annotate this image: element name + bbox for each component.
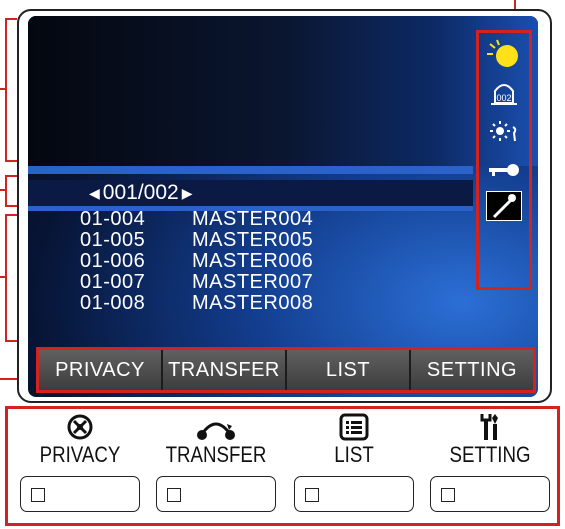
video-area — [28, 16, 538, 166]
status-icon-column: 002 — [476, 30, 532, 290]
station-name: MASTER004 — [192, 208, 314, 230]
list-button-group: LIST — [290, 412, 418, 512]
callout-tick-list — [0, 276, 6, 278]
brightness-icon — [486, 117, 522, 147]
station-number: 01-008 — [80, 292, 146, 314]
station-number: 01-004 — [80, 208, 146, 230]
transfer-icon — [152, 412, 280, 442]
station-name: MASTER007 — [192, 271, 314, 293]
setting-icon — [426, 412, 554, 442]
softkey-bar: PRIVACY TRANSFER LIST SETTING — [36, 347, 536, 393]
button-indicator — [305, 488, 319, 502]
privacy-label: PRIVACY — [39, 442, 121, 467]
list-button[interactable] — [294, 476, 414, 512]
page-prev-icon[interactable]: ◀ — [89, 185, 100, 202]
list-label: LIST — [334, 442, 374, 467]
button-indicator — [167, 488, 181, 502]
station-002-icon: 002 — [486, 79, 522, 109]
list-item[interactable]: 01-007 MASTER007 — [80, 272, 313, 293]
list-item[interactable]: 01-004 MASTER004 — [80, 209, 313, 230]
station-number: 01-007 — [80, 271, 146, 293]
privacy-icon — [16, 412, 144, 442]
button-indicator — [31, 488, 45, 502]
station-number: 01-006 — [80, 250, 146, 272]
station-name: MASTER005 — [192, 229, 314, 251]
mic-icon — [486, 191, 522, 221]
button-indicator — [441, 488, 455, 502]
station-name: MASTER006 — [192, 250, 314, 272]
setting-button[interactable] — [430, 476, 550, 512]
transfer-button[interactable] — [156, 476, 276, 512]
softkey-transfer[interactable]: TRANSFER — [163, 350, 287, 390]
list-item[interactable]: 01-008 MASTER008 — [80, 293, 313, 314]
callout-tick-display — [0, 88, 6, 90]
callout-bracket-page — [5, 175, 17, 207]
station-name: MASTER008 — [192, 292, 314, 314]
page-indicator: 001/002 — [102, 181, 179, 204]
softkey-list[interactable]: LIST — [287, 350, 411, 390]
transfer-label: TRANSFER — [165, 442, 267, 467]
softkey-privacy[interactable]: PRIVACY — [39, 350, 163, 390]
list-item[interactable]: 01-005 MASTER005 — [80, 230, 313, 251]
day-night-icon — [486, 39, 522, 69]
page-next-icon[interactable]: ▶ — [182, 185, 193, 202]
list-icon — [290, 412, 418, 442]
setting-button-group: SETTING — [426, 412, 554, 512]
station-list: 01-004 MASTER004 01-005 MASTER005 01-006 MA… — [80, 209, 313, 314]
pagination: ◀ 001/002 ▶ — [28, 180, 473, 206]
station-number: 01-005 — [80, 229, 146, 251]
privacy-button[interactable] — [20, 476, 140, 512]
callout-bracket-list — [5, 214, 17, 342]
list-item[interactable]: 01-006 MASTER006 — [80, 251, 313, 272]
station-number-text: 002 — [496, 93, 511, 103]
lcd-screen: ◀ 001/002 ▶ 01-004 MASTER004 01-005 MASTER… — [28, 16, 538, 397]
key-icon — [486, 155, 522, 185]
divider-bar-top — [28, 166, 473, 174]
callout-tick-page — [0, 189, 6, 191]
softkey-setting[interactable]: SETTING — [411, 350, 533, 390]
physical-button-panel: PRIVACY TRANSFER LIST SETTING — [5, 406, 560, 526]
privacy-button-group: PRIVACY — [16, 412, 144, 512]
setting-label: SETTING — [449, 442, 531, 467]
callout-bracket-display — [5, 18, 17, 162]
transfer-button-group: TRANSFER — [152, 412, 280, 512]
